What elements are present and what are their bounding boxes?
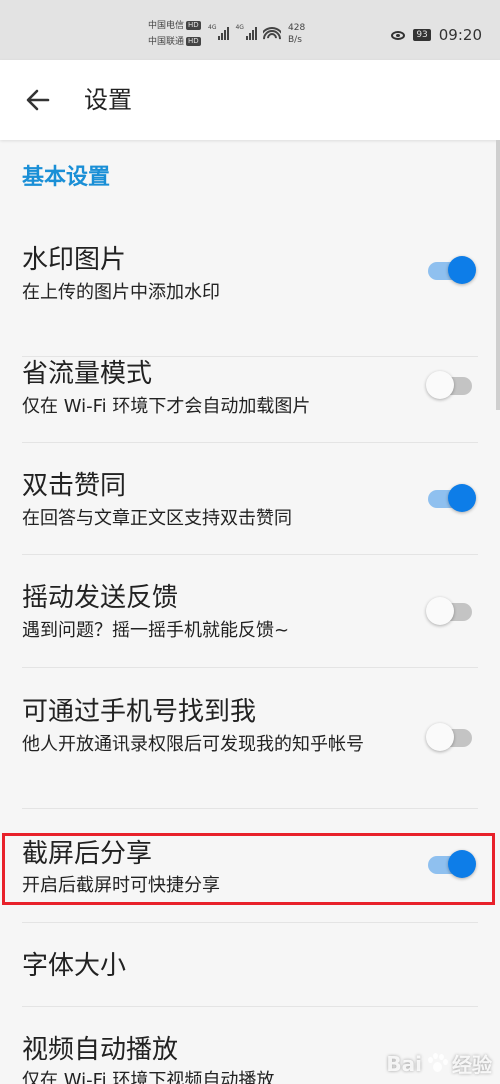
network-speed: 428 B/s [288,23,306,45]
highlight-box [2,833,495,905]
clock: 09:20 [438,26,482,44]
hd-badge: HD [186,21,201,30]
setting-subtitle: 在上传的图片中添加水印 [22,282,220,303]
find-by-phone-toggle[interactable] [426,723,472,751]
setting-row-font-size[interactable]: 字体大小 [0,948,500,1008]
setting-title: 摇动发送反馈 [22,583,179,613]
carrier-info: 中国电信 HD 中国联通 HD [148,18,201,50]
hd-badge: HD [186,37,201,46]
divider [22,667,478,668]
setting-title: 水印图片 [22,245,127,275]
status-right: 93 09:20 [391,26,482,44]
settings-list: 基本设置 水印图片 在上传的图片中添加水印 省流量模式 仅在 Wi-Fi 环境下… [0,140,500,1084]
signal-icon: 4G [208,24,230,40]
battery-icon: 93 [413,29,431,41]
double-tap-toggle[interactable] [428,484,476,512]
setting-subtitle: 仅在 Wi-Fi 环境下视频自动播放 [22,1070,275,1084]
watermark-text-2: 经验 [452,1053,492,1077]
data-saver-toggle[interactable] [426,371,472,399]
watermark-logo: Bai 经验 [386,1049,492,1078]
divider [22,808,478,809]
setting-row-shake-feedback[interactable]: 摇动发送反馈 遇到问题？摇一摇手机就能反馈~ [0,580,500,690]
watermark-text: Bai [386,1051,422,1076]
page-title: 设置 [84,86,132,114]
setting-subtitle: 仅在 Wi-Fi 环境下才会自动加载图片 [22,396,311,417]
setting-title: 可通过手机号找到我 [22,697,257,727]
section-header: 基本设置 [22,165,111,190]
scrollbar[interactable] [496,140,500,410]
signal-icon: 4G [235,24,257,40]
setting-row-data-saver[interactable]: 省流量模式 仅在 Wi-Fi 环境下才会自动加载图片 [0,356,500,466]
signal-area: 4G 4G [208,24,281,40]
setting-subtitle: 在回答与文章正文区支持双击赞同 [22,508,292,529]
setting-subtitle: 他人开放通讯录权限后可发现我的知乎帐号 [22,734,364,755]
watermark-toggle[interactable] [428,256,476,284]
status-bar: 中国电信 HD 中国联通 HD 4G 4G 428 B/s 93 09:20 [0,0,500,60]
setting-title: 字体大小 [22,951,127,981]
divider [22,442,478,443]
paw-icon [426,1052,448,1075]
setting-title: 省流量模式 [22,359,153,389]
divider [22,554,478,555]
setting-title: 双击赞同 [22,471,127,501]
wifi-icon [262,26,281,40]
back-arrow-icon[interactable] [24,86,52,114]
app-bar: 设置 [0,60,500,140]
carrier-1: 中国电信 [148,21,185,31]
setting-subtitle: 遇到问题？摇一摇手机就能反馈~ [22,620,290,641]
setting-row-find-by-phone[interactable]: 可通过手机号找到我 他人开放通讯录权限后可发现我的知乎帐号 [0,694,500,834]
divider [22,1006,478,1007]
eye-icon [391,30,406,40]
setting-title: 视频自动播放 [22,1035,179,1065]
carrier-2: 中国联通 [148,37,185,47]
shake-feedback-toggle[interactable] [426,597,472,625]
divider [22,922,478,923]
setting-row-double-tap[interactable]: 双击赞同 在回答与文章正文区支持双击赞同 [0,468,500,578]
setting-row-watermark[interactable]: 水印图片 在上传的图片中添加水印 [0,242,500,352]
